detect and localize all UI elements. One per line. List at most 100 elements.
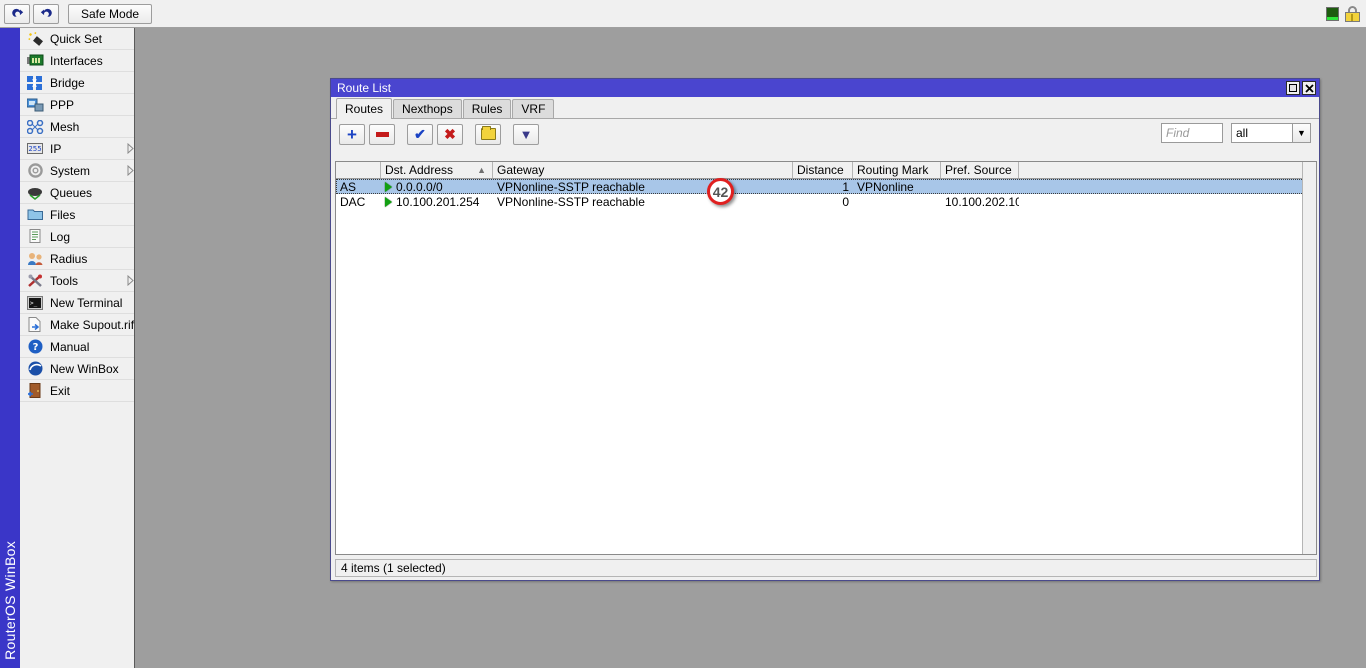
redo-icon xyxy=(40,8,52,17)
table-row[interactable]: DAC 10.100.201.254 VPNonline-SSTP reacha… xyxy=(336,194,1316,209)
cell-pref-source xyxy=(941,179,1019,194)
sidebar-item-manual[interactable]: ? Manual xyxy=(20,336,134,358)
sidebar-item-files[interactable]: Files xyxy=(20,204,134,226)
column-header-distance[interactable]: Distance xyxy=(793,162,853,178)
column-header-routing-mark[interactable]: Routing Mark xyxy=(853,162,941,178)
sidebar-item-mesh[interactable]: Mesh xyxy=(20,116,134,138)
ip-255-icon: 255 xyxy=(26,141,44,157)
column-label: Dst. Address xyxy=(385,163,454,177)
tab-label: Nexthops xyxy=(402,102,453,116)
sidebar-item-label: Manual xyxy=(50,339,90,354)
column-label: Distance xyxy=(797,163,844,177)
sidebar-item-label: Queues xyxy=(50,185,93,200)
tab-label: Routes xyxy=(345,102,384,116)
sidebar-item-label: Bridge xyxy=(50,75,85,90)
comment-icon xyxy=(480,126,496,140)
window-tabs: Routes Nexthops Rules VRF xyxy=(331,97,1319,119)
remove-route-button[interactable] xyxy=(369,123,395,145)
cell-flags: AS xyxy=(340,179,357,194)
sidebar-item-new-terminal[interactable]: >_ New Terminal xyxy=(20,292,134,314)
sidebar-item-system[interactable]: System xyxy=(20,160,134,182)
sidebar-item-exit[interactable]: Exit xyxy=(20,380,134,402)
window-controls xyxy=(1286,81,1316,95)
column-header-gateway[interactable]: Gateway xyxy=(493,162,793,178)
sidebar-item-label: Make Supout.rif xyxy=(50,317,135,332)
users-icon xyxy=(26,251,44,267)
maximize-button[interactable] xyxy=(1286,81,1300,95)
sidebar-item-queues[interactable]: Queues xyxy=(20,182,134,204)
disable-icon: ✖ xyxy=(444,126,456,142)
cell-dst-address: 10.100.201.254 xyxy=(381,194,493,209)
sidebar-item-bridge[interactable]: Bridge xyxy=(20,72,134,94)
enable-icon: ✔ xyxy=(414,126,426,142)
column-header-pref-source[interactable]: Pref. Source xyxy=(941,162,1019,178)
wand-icon xyxy=(26,31,44,47)
column-header-dst-address[interactable]: Dst. Address ▲ xyxy=(381,162,493,178)
sidebar-item-tools[interactable]: Tools xyxy=(20,270,134,292)
queues-icon xyxy=(26,185,44,201)
sidebar-item-ppp[interactable]: PPP xyxy=(20,94,134,116)
undo-icon xyxy=(11,8,23,17)
safe-mode-button[interactable]: Safe Mode xyxy=(68,3,153,24)
search-controls: Find all ▼ xyxy=(1161,123,1311,143)
cell-routing-mark: VPNonline xyxy=(857,179,914,194)
sidebar-item-label: New Terminal xyxy=(50,295,123,310)
close-button[interactable] xyxy=(1302,81,1316,95)
search-placeholder: Find xyxy=(1166,126,1190,140)
sidebar-item-label: System xyxy=(50,163,91,178)
sidebar-item-label: Tools xyxy=(50,273,79,288)
sort-ascending-icon: ▲ xyxy=(477,165,486,175)
sidebar-item-interfaces[interactable]: Interfaces xyxy=(20,50,134,72)
cell-gateway: VPNonline-SSTP reachable xyxy=(497,179,645,194)
sidebar-item-label: Exit xyxy=(50,383,71,398)
sidebar-item-new-winbox[interactable]: New WinBox xyxy=(20,358,134,380)
table-row[interactable]: AS 0.0.0.0/0 VPNonline-SSTP reachable 1 … xyxy=(336,179,1316,194)
padlock-icon xyxy=(1345,6,1360,22)
tab-vrf[interactable]: VRF xyxy=(512,99,555,118)
window-title: Route List xyxy=(337,81,392,95)
cell-distance: 1 xyxy=(842,179,849,194)
active-route-icon xyxy=(385,181,392,192)
disable-route-button[interactable]: ✖ xyxy=(437,123,463,145)
tab-nexthops[interactable]: Nexthops xyxy=(393,99,462,118)
sidebar-item-radius[interactable]: Radius xyxy=(20,248,134,270)
gear-icon xyxy=(26,163,44,179)
sidebar-item-log[interactable]: Log xyxy=(20,226,134,248)
tab-label: VRF xyxy=(521,102,546,116)
column-label: Routing Mark xyxy=(857,163,929,177)
sidebar-item-ip[interactable]: 255 IP xyxy=(20,138,134,160)
filter-select[interactable]: all xyxy=(1231,123,1293,143)
add-route-button[interactable]: + xyxy=(339,123,365,145)
close-icon xyxy=(1304,83,1314,93)
comment-button[interactable] xyxy=(475,123,501,145)
active-route-icon xyxy=(385,196,392,207)
folder-icon xyxy=(26,207,44,223)
annotation-marker-42: 42 xyxy=(707,178,734,205)
table-vertical-scrollbar[interactable] xyxy=(1302,162,1316,554)
annotation-marker-label: 42 xyxy=(712,183,729,200)
ppp-icon xyxy=(26,97,44,113)
filter-icon: ▼ xyxy=(519,126,533,142)
terminal-icon: >_ xyxy=(26,295,44,311)
chevron-down-icon[interactable]: ▼ xyxy=(1293,123,1311,143)
redo-button[interactable] xyxy=(33,3,59,24)
export-file-icon xyxy=(26,317,44,333)
tab-rules[interactable]: Rules xyxy=(462,99,512,118)
enable-route-button[interactable]: ✔ xyxy=(407,123,433,145)
column-header-flags[interactable] xyxy=(336,162,381,178)
sidebar-menu: Quick Set Interfaces Bridge PPP Mesh 255… xyxy=(20,28,135,668)
sidebar-item-quick-set[interactable]: Quick Set xyxy=(20,28,134,50)
log-icon xyxy=(26,229,44,245)
sidebar-item-make-supout[interactable]: Make Supout.rif xyxy=(20,314,134,336)
undo-button[interactable] xyxy=(4,3,30,24)
sidebar-item-label: Interfaces xyxy=(50,53,103,68)
tab-routes[interactable]: Routes xyxy=(336,98,393,119)
add-icon: + xyxy=(347,124,357,144)
cell-spacer xyxy=(1019,194,1316,209)
filter-button[interactable]: ▼ xyxy=(513,123,539,145)
sidebar-item-label: Files xyxy=(50,207,76,222)
search-input[interactable]: Find xyxy=(1161,123,1223,143)
connection-indicator-icon xyxy=(1326,7,1339,21)
window-titlebar[interactable]: Route List xyxy=(331,79,1319,97)
route-list-window: Route List Routes Nexthops Rules VRF + ✔… xyxy=(330,78,1320,581)
